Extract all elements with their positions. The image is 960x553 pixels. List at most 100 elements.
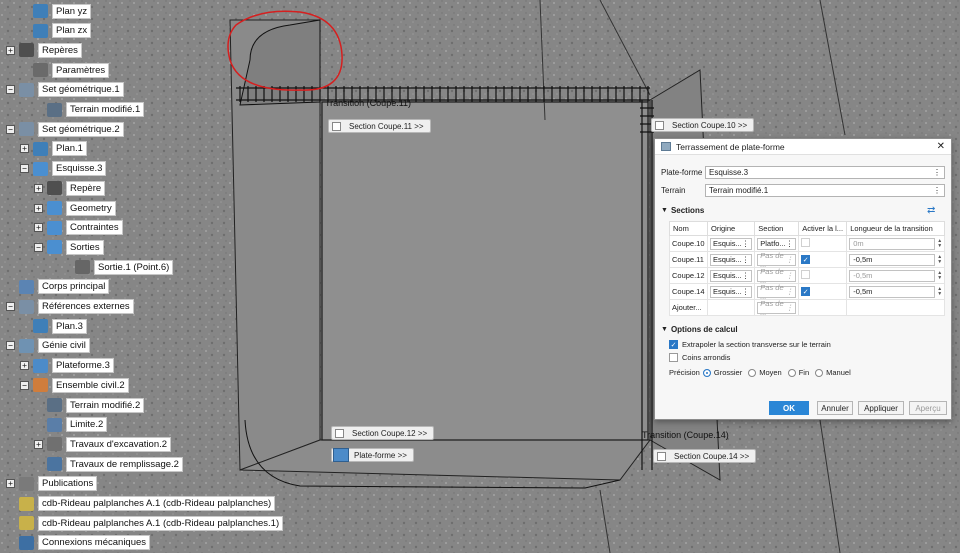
expand-toggle[interactable]: − [6, 124, 15, 134]
length-field[interactable]: -0,5m [849, 269, 936, 282]
origin-cell[interactable]: Esquis... ⋮ [706, 283, 756, 300]
section-coupe11-tag[interactable]: Section Coupe.11 >> [328, 119, 431, 133]
active-cell[interactable] [798, 235, 848, 252]
extrapolate-checkbox[interactable]: ✓ [669, 340, 678, 349]
expand-toggle[interactable]: − [6, 85, 15, 95]
expand-toggle[interactable]: − [6, 341, 15, 351]
section-cell[interactable]: Pas de ... ⋮ [754, 283, 800, 301]
expand-toggle[interactable]: + [20, 144, 29, 154]
section-cell[interactable]: Platfo... ⋮ [754, 235, 800, 252]
add-section-combo[interactable]: Pas de ... ⋮ [757, 299, 797, 317]
table-row[interactable]: Coupe.10 Esquis... ⋮ Platfo... ⋮ 0m ▲ ▼ [669, 235, 946, 252]
terrain-combo[interactable]: Terrain modifié.1 ⋮ [705, 184, 945, 197]
cancel-button[interactable]: Annuler [817, 401, 853, 415]
tree-node[interactable]: − Références externes [6, 299, 134, 315]
tree-node[interactable]: Sortie.1 (Point.6) [62, 259, 174, 275]
expand-toggle[interactable]: + [34, 203, 43, 213]
column-header[interactable]: Section [754, 221, 800, 236]
origin-cell[interactable]: Esquis... ⋮ [706, 267, 756, 284]
origin-cell[interactable]: Esquis... ⋮ [706, 251, 756, 268]
active-cell[interactable]: ✓ [798, 251, 848, 268]
section-cell[interactable]: Pas de ... ⋮ [754, 251, 800, 269]
section-coupe14-tag[interactable]: Section Coupe.14 >> [653, 449, 757, 463]
expand-toggle[interactable]: + [34, 223, 43, 233]
tree-node[interactable]: − Sorties [34, 239, 104, 255]
length-field[interactable]: -0,5m [849, 253, 936, 266]
expand-toggle[interactable]: + [34, 183, 43, 193]
section-combo[interactable]: Pas de ... ⋮ [757, 283, 797, 301]
section-combo[interactable]: Pas de ... ⋮ [757, 267, 797, 285]
section-coupe10-tag[interactable]: Section Coupe.10 >> [651, 118, 755, 132]
tree-node[interactable]: − Génie civil [6, 338, 90, 354]
active-cell[interactable] [798, 267, 848, 284]
active-cell[interactable]: ✓ [798, 283, 848, 300]
tree-node[interactable]: Plan zx [20, 23, 92, 39]
expand-toggle[interactable]: + [34, 439, 43, 449]
tree-node[interactable]: Corps principal [6, 279, 110, 295]
precision-option[interactable]: Manuel [815, 368, 851, 377]
tree-node[interactable]: − Set géométrique.1 [6, 82, 124, 98]
origin-cell[interactable]: Esquis... ⋮ [706, 235, 756, 252]
length-cell[interactable]: -0,5m ▲ ▼ [846, 251, 946, 268]
tree-node[interactable]: + Geometry [34, 200, 116, 216]
add-row-label[interactable]: Ajouter... [669, 299, 708, 316]
tree-node[interactable]: − Esquisse.3 [20, 161, 107, 177]
ok-button[interactable]: OK [769, 401, 809, 415]
origin-combo[interactable]: Esquis... ⋮ [710, 253, 753, 266]
tree-node[interactable]: Plan yz [20, 3, 92, 19]
tree-node[interactable]: Terrain modifié.2 [34, 397, 145, 413]
expand-toggle[interactable]: − [20, 164, 29, 174]
add-row[interactable]: Ajouter... Pas de ... ⋮ [669, 299, 946, 317]
tree-node[interactable]: Paramètres [20, 62, 110, 78]
platform-combo[interactable]: Esquisse.3 ⋮ [705, 166, 945, 179]
spinner-icon[interactable]: ▲ ▼ [935, 270, 942, 281]
table-row[interactable]: Coupe.11 Esquis... ⋮ Pas de ... ⋮ ✓ -0,5m ▲ ▼ [669, 251, 946, 269]
section-combo[interactable]: Pas de ... ⋮ [757, 251, 797, 269]
tree-node[interactable]: + Publications [6, 476, 98, 492]
expand-toggle[interactable]: + [20, 361, 29, 371]
spinner-icon[interactable]: ▲ ▼ [935, 254, 942, 265]
extrapolate-option[interactable]: ✓ Extrapoler la section transverse sur le… [669, 340, 831, 349]
tree-node[interactable]: − Set géométrique.2 [6, 121, 124, 137]
length-cell[interactable]: -0,5m ▲ ▼ [846, 283, 946, 300]
expand-toggle[interactable]: + [6, 479, 15, 489]
close-icon[interactable]: ✕ [937, 141, 945, 152]
precision-option[interactable]: Moyen [748, 368, 782, 377]
column-header[interactable]: Origine [706, 221, 756, 236]
swap-icon[interactable]: ⇄ [927, 205, 935, 216]
tree-node[interactable]: Travaux de remplissage.2 [34, 456, 183, 472]
spinner-icon[interactable]: ▲ ▼ [935, 238, 942, 249]
preview-button[interactable]: Aperçu [909, 401, 947, 415]
tree-node[interactable]: Connexions mécaniques [6, 535, 151, 551]
expand-toggle[interactable]: + [6, 45, 15, 55]
expand-toggle[interactable]: − [6, 302, 15, 311]
tree-node[interactable]: Terrain modifié.1 [34, 102, 145, 118]
section-combo[interactable]: Platfo... ⋮ [757, 237, 797, 250]
tree-node[interactable]: Plan.3 [20, 318, 87, 334]
radio-button[interactable] [787, 368, 796, 377]
tree-node[interactable]: − Ensemble civil.2 [20, 377, 129, 393]
spinner-icon[interactable]: ▲ ▼ [935, 286, 942, 297]
column-header[interactable]: Longueur de la transition [846, 221, 946, 236]
specification-tree[interactable]: Plan yz Plan zx + Repères Paramètres − Set géo… [0, 0, 284, 553]
expand-toggle[interactable]: − [20, 380, 29, 390]
active-checkbox[interactable]: ✓ [801, 287, 811, 297]
expand-toggle[interactable]: − [34, 242, 43, 252]
radio-button[interactable] [748, 368, 757, 377]
rounded-corners-option[interactable]: Coins arrondis [669, 353, 730, 362]
tree-node[interactable]: + Plan.1 [20, 141, 87, 157]
sections-header[interactable]: ▼ Sections [661, 206, 704, 215]
tree-node[interactable]: + Travaux d'excavation.2 [34, 436, 172, 452]
options-header[interactable]: ▼ Options de calcul [661, 325, 738, 334]
active-checkbox[interactable] [801, 238, 811, 247]
rounded-corners-checkbox[interactable] [669, 353, 678, 362]
radio-button[interactable] [815, 368, 824, 377]
origin-combo[interactable]: Esquis... ⋮ [710, 269, 753, 282]
length-cell[interactable]: -0,5m ▲ ▼ [846, 267, 946, 284]
tree-node[interactable]: cdb-Rideau palplanches A.1 (cdb-Rideau p… [6, 515, 284, 531]
length-field[interactable]: 0m [849, 237, 936, 250]
section-coupe12-tag[interactable]: Section Coupe.12 >> [331, 426, 435, 440]
table-row[interactable]: Coupe.12 Esquis... ⋮ Pas de ... ⋮ -0,5m ▲ ▼ [669, 267, 946, 285]
tree-node[interactable]: + Repères [6, 42, 82, 58]
section-cell[interactable]: Pas de ... ⋮ [754, 267, 800, 285]
